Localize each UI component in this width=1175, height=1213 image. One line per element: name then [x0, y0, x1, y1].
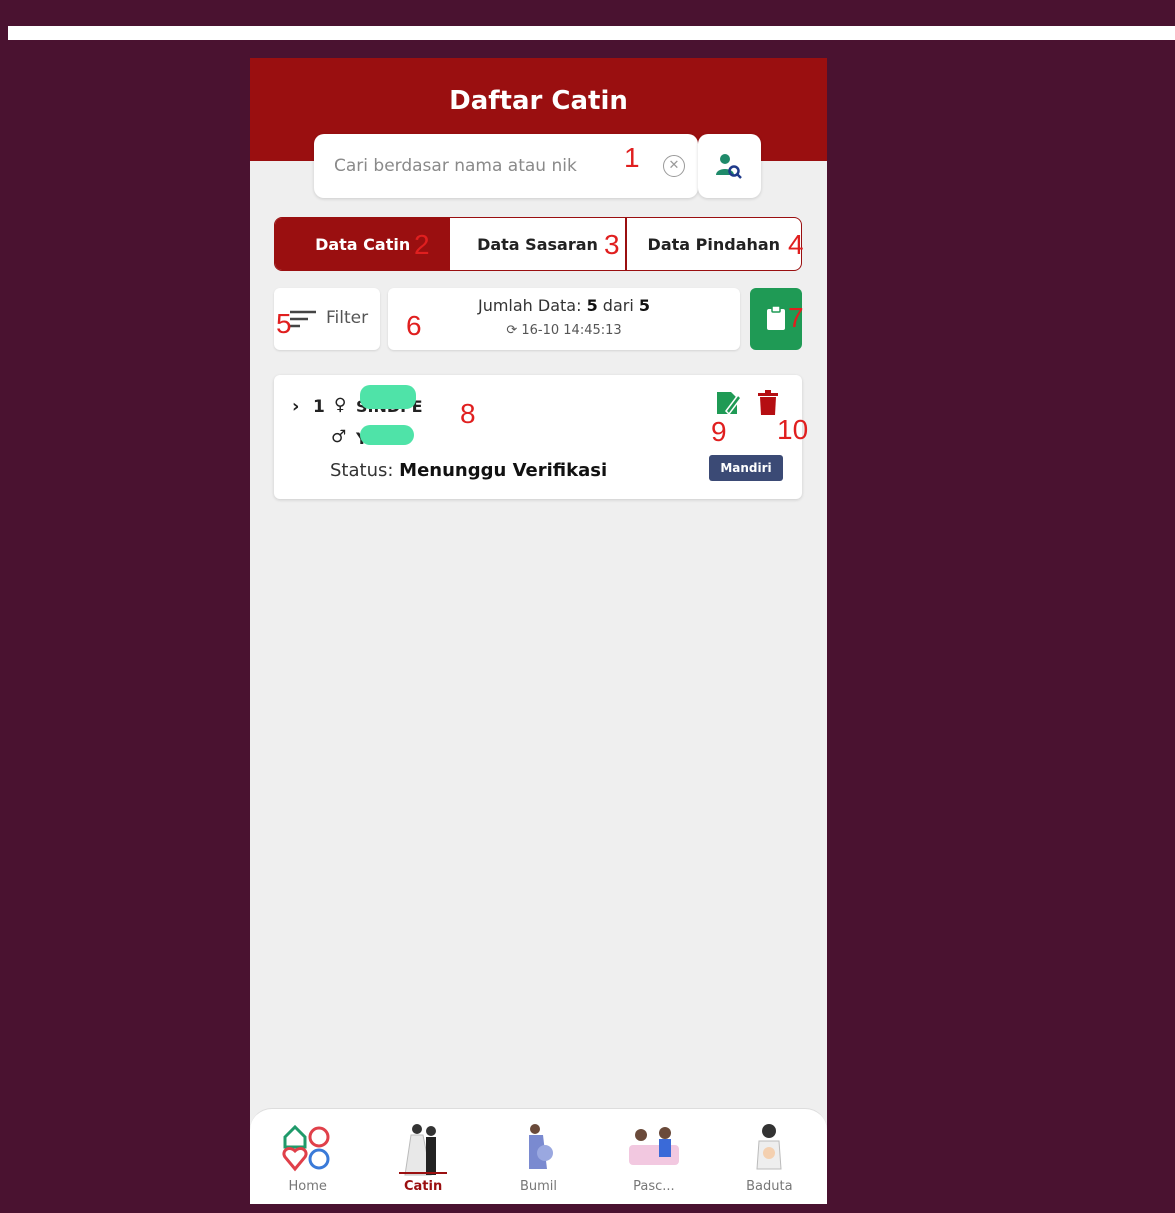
annotation-marker-1: 1 [624, 142, 640, 173]
nav-home-label: Home [288, 1179, 327, 1194]
count-prefix: Jumlah Data: [477, 296, 587, 315]
search-input[interactable] [334, 152, 634, 180]
data-count-line: Jumlah Data: 5 dari 5 [388, 296, 740, 315]
filter-icon [290, 310, 316, 328]
chevron-right-icon[interactable]: › [292, 396, 299, 417]
user-search-icon [716, 154, 742, 179]
postpartum-icon [628, 1127, 679, 1165]
annotation-marker-4: 4 [788, 229, 804, 260]
clear-icon[interactable]: ✕ [663, 155, 685, 177]
phone-screen: Daftar Catin ✕ Data Catin Data Sasaran D… [250, 58, 827, 1204]
annotation-marker-5: 5 [276, 308, 292, 339]
sync-line: ⟳ 16-10 14:45:13 [388, 323, 740, 338]
nav-baduta-label: Baduta [746, 1179, 793, 1194]
outer-top-band [0, 0, 1175, 8]
annotation-marker-7: 7 [788, 302, 804, 333]
annotation-marker-6: 6 [406, 310, 422, 341]
annotation-marker-2: 2 [414, 229, 430, 260]
status-text: Status: Menunggu Verifikasi [330, 460, 607, 481]
annotation-marker-10: 10 [777, 414, 809, 445]
tab-bar: Data Catin Data Sasaran Data Pindahan [274, 217, 802, 271]
sync-timestamp: 16-10 14:45:13 [521, 323, 622, 338]
data-summary: Jumlah Data: 5 dari 5 ⟳ 16-10 14:45:13 [388, 288, 740, 350]
trash-icon[interactable] [757, 390, 779, 416]
nav-home[interactable]: Home [250, 1109, 365, 1204]
count-value: 5 [586, 296, 598, 315]
tab-data-sasaran[interactable]: Data Sasaran [450, 218, 624, 270]
item-number: 1 [313, 397, 325, 417]
outer-strip-dark [8, 8, 1175, 26]
female-icon: ♀ [334, 395, 347, 415]
refresh-icon: ⟳ [506, 323, 518, 338]
count-total: 5 [638, 296, 651, 315]
outer-strip-white [8, 26, 1175, 40]
active-underline [399, 1172, 447, 1174]
nav-pasca-label: Pasc... [633, 1179, 675, 1194]
nav-bumil[interactable]: Bumil [481, 1109, 596, 1204]
filter-label: Filter [326, 308, 369, 328]
status-badge: Mandiri [709, 455, 783, 481]
bottom-nav: Home Catin Bumil Pasc... Baduta [250, 1108, 827, 1204]
pregnant-icon [528, 1124, 553, 1169]
nav-baduta[interactable]: Baduta [712, 1109, 827, 1204]
clipboard-icon [767, 305, 785, 330]
count-dari: dari [597, 296, 639, 315]
status-label: Status: [330, 460, 400, 481]
nav-pasca[interactable]: Pasc... [596, 1109, 711, 1204]
redaction-mask [360, 425, 414, 445]
search-box: ✕ [314, 134, 698, 198]
nav-catin-label: Catin [403, 1179, 443, 1194]
search-user-button[interactable] [698, 134, 761, 198]
male-icon: ♂ [331, 427, 347, 447]
nav-bumil-label: Bumil [519, 1179, 558, 1194]
home-icon [282, 1124, 330, 1172]
annotation-marker-8: 8 [460, 398, 476, 429]
annotation-marker-3: 3 [604, 229, 620, 260]
redaction-mask [360, 385, 416, 409]
tab-data-pindahan[interactable]: Data Pindahan [624, 218, 801, 270]
annotation-marker-9: 9 [711, 416, 727, 447]
baby-icon [756, 1124, 782, 1170]
status-value: Menunggu Verifikasi [399, 460, 608, 481]
edit-icon[interactable] [714, 389, 742, 417]
couple-icon [404, 1124, 437, 1176]
page-title: Daftar Catin [449, 86, 628, 116]
nav-catin[interactable]: Catin [365, 1109, 480, 1204]
